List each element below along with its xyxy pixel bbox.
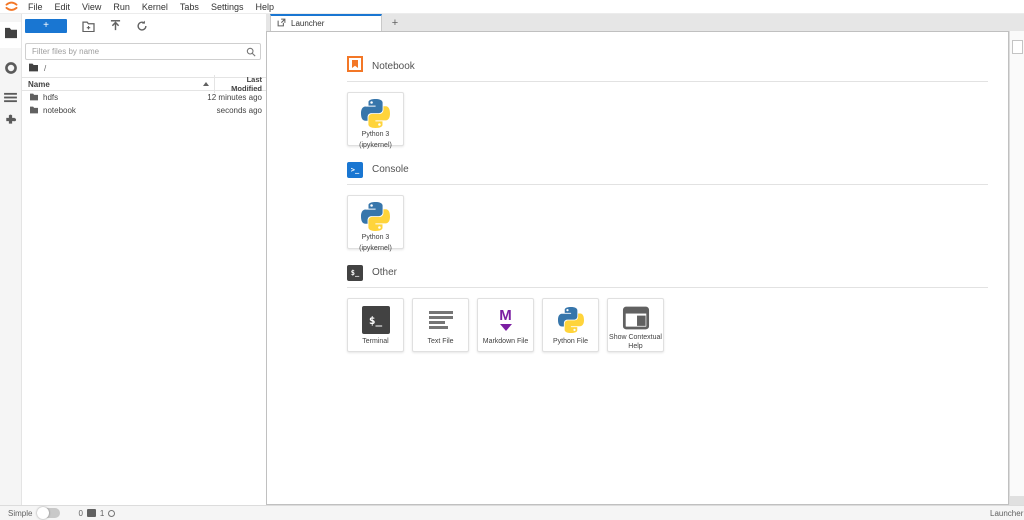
- markdown-icon: M: [499, 309, 512, 331]
- status-bar: Simple 0 1 Launcher: [0, 505, 1024, 520]
- menu-edit[interactable]: Edit: [49, 2, 77, 12]
- python-icon: [361, 202, 390, 231]
- new-launcher-button[interactable]: +: [25, 19, 67, 33]
- menu-settings[interactable]: Settings: [205, 2, 250, 12]
- text-file-icon: [429, 311, 453, 329]
- card-label: Text File: [427, 337, 453, 346]
- sidebar-item-running-sessions[interactable]: [0, 57, 21, 83]
- file-name: hdfs: [43, 93, 58, 102]
- menu-kernel[interactable]: Kernel: [136, 2, 174, 12]
- new-tab-button[interactable]: +: [382, 14, 408, 31]
- launcher-card-show-contextual-help[interactable]: Show Contextual Help: [607, 298, 664, 352]
- card-label: Terminal: [362, 337, 388, 346]
- dock-panel: Launcher + Notebook: [266, 14, 1024, 505]
- section-divider: [347, 184, 988, 185]
- column-name-label: Name: [28, 80, 50, 89]
- card-label: Python File: [553, 337, 588, 346]
- simple-mode-toggle[interactable]: [38, 508, 60, 518]
- notebook-icon: [347, 56, 363, 77]
- folder-icon: [29, 93, 39, 103]
- terminal-icon: $_: [347, 265, 363, 281]
- breadcrumb-root[interactable]: /: [44, 64, 46, 73]
- menu-view[interactable]: View: [76, 2, 107, 12]
- card-label: Show Contextual Help: [608, 333, 663, 351]
- launcher-card-notebook-python3[interactable]: Python 3 (ipykernel): [347, 92, 404, 146]
- file-name: notebook: [43, 106, 76, 115]
- launcher-tab-icon: [277, 18, 286, 29]
- left-sidebar: [0, 14, 22, 505]
- card-sublabel: (ipykernel): [359, 244, 392, 253]
- sort-ascending-icon: [203, 82, 209, 86]
- list-icon: [4, 90, 17, 108]
- card-sublabel: (ipykernel): [359, 141, 392, 150]
- menu-file[interactable]: File: [22, 2, 49, 12]
- upload-icon[interactable]: [110, 20, 121, 32]
- launcher-section-console: >_ Console Python 3: [347, 161, 988, 249]
- search-icon: [246, 44, 256, 62]
- sidebar-item-extension-manager[interactable]: [0, 110, 21, 136]
- launcher-section-notebook: Notebook Python 3 (ipyke: [347, 58, 988, 146]
- kernels-count: 1: [100, 509, 104, 518]
- menu-run[interactable]: Run: [107, 2, 136, 12]
- file-browser-toolbar: +: [22, 14, 266, 38]
- launcher-card-python-file[interactable]: Python File: [542, 298, 599, 352]
- section-divider: [347, 81, 988, 82]
- file-modified: seconds ago: [186, 106, 266, 115]
- file-row-notebook[interactable]: notebook seconds ago: [22, 104, 266, 117]
- contextual-help-icon: [622, 305, 650, 331]
- console-icon: >_: [347, 162, 363, 178]
- sidebar-item-table-of-contents[interactable]: [0, 86, 21, 112]
- filter-files-input[interactable]: [25, 43, 261, 60]
- file-list-header: Name Last Modified: [22, 77, 266, 91]
- puzzle-icon: [4, 114, 17, 132]
- section-title: Other: [372, 267, 397, 278]
- scrollbar-thumb[interactable]: [1012, 40, 1023, 54]
- section-title: Notebook: [372, 61, 415, 72]
- scrollbar-corner: [1010, 496, 1024, 505]
- launcher-section-other: $_ Other $_ Terminal: [347, 264, 988, 352]
- new-folder-icon[interactable]: [82, 21, 95, 32]
- section-divider: [347, 287, 988, 288]
- toggle-knob: [37, 507, 49, 519]
- refresh-icon[interactable]: [136, 20, 148, 32]
- jupyterlab-app: File Edit View Run Kernel Tabs Settings …: [0, 0, 1024, 520]
- python-icon: [558, 305, 584, 335]
- launcher-card-terminal[interactable]: $_ Terminal: [347, 298, 404, 352]
- current-widget-label: Launcher: [990, 509, 1023, 518]
- tab-launcher[interactable]: Launcher: [270, 14, 382, 31]
- tab-label: Launcher: [291, 19, 324, 28]
- card-label: Markdown File: [483, 337, 529, 346]
- card-label: Python 3: [362, 130, 390, 139]
- launcher-card-text-file[interactable]: Text File: [412, 298, 469, 352]
- file-modified: 12 minutes ago: [186, 93, 266, 102]
- jupyter-logo-icon: [0, 1, 22, 12]
- python-icon: [361, 99, 390, 128]
- launcher-card-console-python3[interactable]: Python 3 (ipykernel): [347, 195, 404, 249]
- filter-files-box: [25, 41, 261, 60]
- running-circle-icon: [4, 61, 18, 80]
- section-title: Console: [372, 164, 409, 175]
- column-name[interactable]: Name: [22, 80, 214, 89]
- terminal-mini-icon: [87, 509, 96, 517]
- file-browser-panel: +: [22, 14, 266, 505]
- terminal-icon: $_: [362, 306, 390, 334]
- launcher-panel: Notebook Python 3 (ipyke: [266, 31, 1009, 505]
- home-folder-icon[interactable]: [28, 63, 39, 74]
- simple-mode-label: Simple: [8, 509, 32, 518]
- card-label: Python 3: [362, 233, 390, 242]
- column-last-modified[interactable]: Last Modified: [214, 75, 266, 93]
- menu-bar: File Edit View Run Kernel Tabs Settings …: [0, 0, 1024, 14]
- running-sessions-status[interactable]: 0 1: [78, 509, 115, 518]
- terminals-count: 0: [78, 509, 82, 518]
- file-row-hdfs[interactable]: hdfs 12 minutes ago: [22, 91, 266, 104]
- folder-icon: [29, 106, 39, 116]
- launcher-card-markdown-file[interactable]: M Markdown File: [477, 298, 534, 352]
- sidebar-item-file-browser[interactable]: [0, 22, 21, 48]
- kernel-circle-icon: [108, 510, 115, 517]
- menu-tabs[interactable]: Tabs: [174, 2, 205, 12]
- menu-help[interactable]: Help: [249, 2, 280, 12]
- tab-bar: Launcher +: [266, 14, 1024, 31]
- scrollbar-track[interactable]: [1009, 31, 1024, 505]
- folder-icon: [4, 26, 18, 44]
